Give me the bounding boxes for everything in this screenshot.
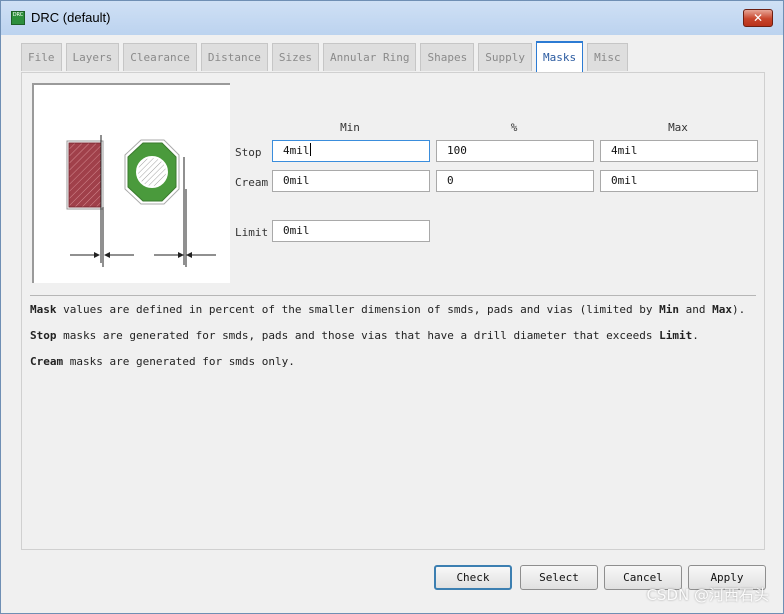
- select-button[interactable]: Select: [520, 565, 598, 590]
- column-header-max: Max: [668, 121, 688, 134]
- stop-percent-field[interactable]: 100: [436, 140, 594, 162]
- check-button[interactable]: Check: [434, 565, 512, 590]
- masks-tab-page: Min % Max Stop 4mil 100 4mil Cream 0mil …: [21, 72, 765, 550]
- description-cream: Cream masks are generated for smds only.: [30, 355, 295, 368]
- tab-clearance[interactable]: Clearance: [123, 43, 197, 71]
- close-button[interactable]: ✕: [743, 9, 773, 27]
- cream-row-label: Cream: [235, 176, 269, 189]
- column-header-min: Min: [340, 121, 360, 134]
- column-header-percent: %: [510, 121, 518, 134]
- separator-line: [30, 295, 756, 296]
- csdn-watermark: CSDN @河西石头: [646, 586, 769, 604]
- tab-distance[interactable]: Distance: [200, 43, 268, 71]
- drc-dialog-window: DRC DRC (default) ✕ File Layers Clearanc…: [0, 0, 784, 614]
- description-mask: Mask values are defined in percent of th…: [30, 303, 746, 316]
- tab-layers[interactable]: Layers: [65, 43, 120, 71]
- text-caret: [309, 143, 311, 156]
- tab-shapes[interactable]: Shapes: [420, 43, 475, 71]
- limit-row-label: Limit: [235, 226, 269, 239]
- cream-max-field[interactable]: 0mil: [600, 170, 758, 192]
- drc-app-icon: DRC: [11, 11, 25, 25]
- tab-annular-ring[interactable]: Annular Ring: [322, 43, 417, 71]
- mask-diagram-svg: [66, 135, 216, 267]
- mask-illustration: [32, 83, 230, 283]
- cream-min-field[interactable]: 0mil: [272, 170, 430, 192]
- tab-masks[interactable]: Masks: [535, 41, 584, 72]
- stop-max-field[interactable]: 4mil: [600, 140, 758, 162]
- window-title: DRC (default): [31, 10, 111, 25]
- limit-field[interactable]: 0mil: [272, 220, 430, 242]
- dialog-client-area: File Layers Clearance Distance Sizes Ann…: [9, 35, 775, 605]
- description-stop: Stop masks are generated for smds, pads …: [30, 329, 699, 342]
- tab-bar: File Layers Clearance Distance Sizes Ann…: [21, 41, 632, 73]
- stop-min-field[interactable]: 4mil: [272, 140, 430, 162]
- stop-min-value: 4mil: [283, 144, 310, 157]
- cream-percent-field[interactable]: 0: [436, 170, 594, 192]
- stop-row-label: Stop: [235, 146, 262, 159]
- tab-misc[interactable]: Misc: [587, 43, 628, 71]
- tab-file[interactable]: File: [21, 43, 62, 71]
- title-bar[interactable]: DRC DRC (default) ✕: [1, 1, 783, 35]
- tab-supply[interactable]: Supply: [478, 43, 532, 71]
- tab-sizes[interactable]: Sizes: [271, 43, 319, 71]
